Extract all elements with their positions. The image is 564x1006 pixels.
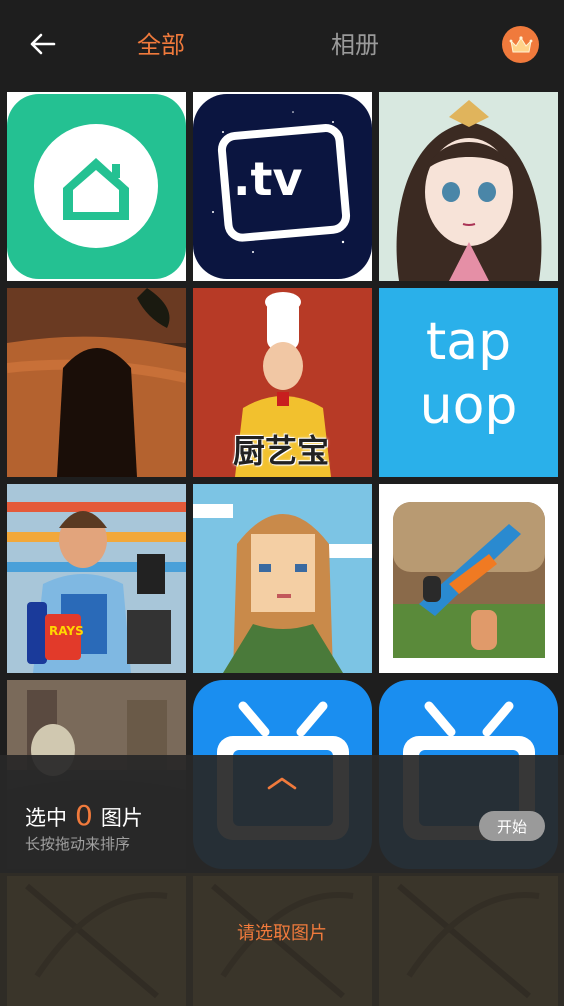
back-button[interactable] xyxy=(24,26,60,62)
grid-tile[interactable] xyxy=(7,92,186,281)
grid-tile[interactable]: tap uop xyxy=(379,288,558,477)
cashier-game-icon xyxy=(7,484,186,673)
gun-shooter-game-icon xyxy=(379,484,558,673)
taptap-app-label: tap uop xyxy=(419,312,518,436)
back-arrow-icon xyxy=(30,33,56,55)
grid-tile[interactable]: 厨艺宝 xyxy=(193,288,372,477)
select-images-prompt: 请选取图片 xyxy=(237,923,327,944)
chips-label: RAYS xyxy=(49,624,84,638)
grid-tile[interactable]: .tv xyxy=(193,92,372,281)
pixel-girl-game-icon xyxy=(193,484,372,673)
grid-tile[interactable] xyxy=(7,288,186,477)
selection-summary: 选中 0 图片 长按拖动来排序 开始 xyxy=(0,755,564,873)
desert-silhouette-game-icon xyxy=(7,288,186,477)
top-bar: 全部 相册 xyxy=(0,0,564,88)
chevron-up-icon xyxy=(267,777,297,790)
home-app-icon xyxy=(7,94,186,279)
anime-girl-game-icon xyxy=(379,92,558,281)
selected-prefix: 选中 xyxy=(25,806,67,830)
selected-count-line: 选中 0 图片 xyxy=(25,799,143,832)
expand-panel-button[interactable] xyxy=(262,771,302,795)
tab-all[interactable]: 全部 xyxy=(137,28,185,62)
tab-album[interactable]: 相册 xyxy=(331,28,379,62)
sort-hint: 长按拖动来排序 xyxy=(25,835,131,853)
chef-app-label: 厨艺宝 xyxy=(233,432,330,470)
grid-tile[interactable] xyxy=(379,92,558,281)
grid-tile[interactable]: RAYS xyxy=(7,484,186,673)
grid-tile[interactable] xyxy=(193,484,372,673)
start-button[interactable]: 开始 xyxy=(479,811,545,841)
crown-icon xyxy=(509,35,532,52)
tv-app-label: .tv xyxy=(233,152,303,206)
selected-count: 0 xyxy=(75,799,93,832)
vip-button[interactable] xyxy=(502,26,539,63)
selection-panel: 选中 0 图片 长按拖动来排序 开始 请选取图片 xyxy=(0,755,564,1006)
selected-suffix: 图片 xyxy=(100,806,143,830)
grid-tile[interactable] xyxy=(379,484,558,673)
